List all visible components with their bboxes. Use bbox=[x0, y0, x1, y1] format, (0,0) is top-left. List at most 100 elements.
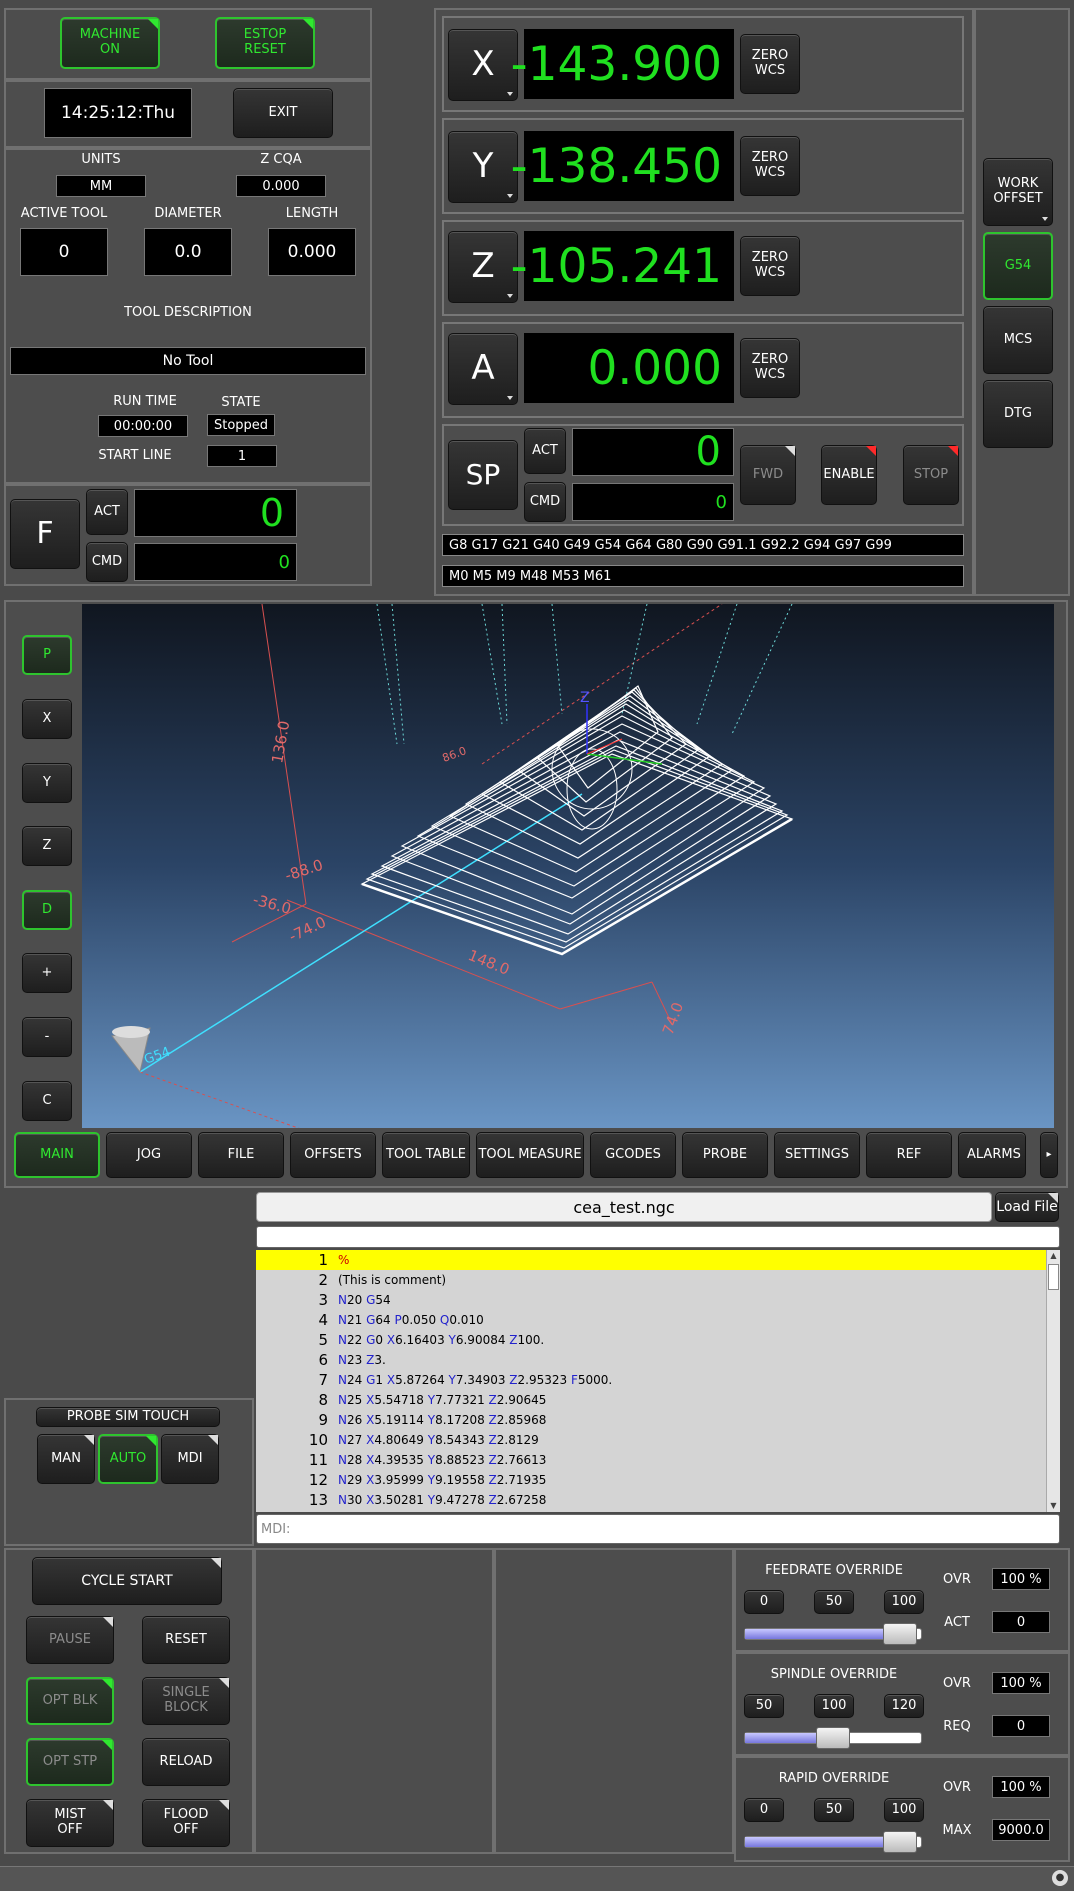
zero-wcs-z-button[interactable]: ZERO WCS bbox=[740, 236, 800, 296]
machine-on-button[interactable]: MACHINE ON bbox=[60, 17, 160, 69]
view-p-button[interactable]: P bbox=[22, 635, 72, 675]
override-preset-button[interactable]: 50 bbox=[814, 1798, 854, 1822]
code-scrollbar[interactable]: ▲ ▼ bbox=[1046, 1250, 1060, 1512]
opt-blk-button[interactable]: OPT BLK bbox=[26, 1677, 114, 1725]
axis-x-button[interactable]: X bbox=[448, 29, 518, 101]
spindle-enable-button[interactable]: ENABLE bbox=[821, 445, 877, 505]
tab-tool-table[interactable]: TOOL TABLE bbox=[382, 1132, 470, 1178]
override-preset-button[interactable]: 100 bbox=[884, 1798, 924, 1822]
single-block-button[interactable]: SINGLE BLOCK bbox=[142, 1677, 230, 1725]
axis-a-button[interactable]: A bbox=[448, 333, 518, 405]
tab-jog[interactable]: JOG bbox=[106, 1132, 192, 1178]
g54-button[interactable]: G54 bbox=[983, 232, 1053, 300]
mode-auto-button[interactable]: AUTO bbox=[98, 1434, 158, 1484]
cycle-start-button[interactable]: CYCLE START bbox=[32, 1557, 222, 1605]
code-line[interactable]: 13 N30 X3.50281 Y9.47278 Z2.67258 bbox=[256, 1490, 1046, 1510]
override-slider[interactable] bbox=[744, 1831, 922, 1853]
slider-knob[interactable] bbox=[882, 1623, 917, 1645]
pause-button[interactable]: PAUSE bbox=[26, 1616, 114, 1664]
scroll-thumb[interactable] bbox=[1048, 1264, 1059, 1290]
tab-probe[interactable]: PROBE bbox=[682, 1132, 768, 1178]
tab-alarms[interactable]: ALARMS bbox=[958, 1132, 1026, 1178]
estop-reset-button[interactable]: ESTOP RESET bbox=[215, 17, 315, 69]
slider-knob[interactable] bbox=[882, 1831, 917, 1853]
override-preset-button[interactable]: 0 bbox=[744, 1590, 784, 1614]
code-line[interactable]: 9 N26 X5.19114 Y8.17208 Z2.85968 bbox=[256, 1410, 1046, 1430]
override-preset-button[interactable]: 120 bbox=[884, 1694, 924, 1718]
override-preset-button[interactable]: 50 bbox=[814, 1590, 854, 1614]
tab-gcodes[interactable]: GCODES bbox=[590, 1132, 676, 1178]
probe-sim-touch-button[interactable]: PROBE SIM TOUCH bbox=[36, 1407, 220, 1427]
spindle-fwd-button[interactable]: FWD bbox=[740, 445, 796, 505]
spindle-button[interactable]: SP bbox=[448, 440, 518, 510]
mist-button[interactable]: MIST OFF bbox=[26, 1799, 114, 1847]
flood-button[interactable]: FLOOD OFF bbox=[142, 1799, 230, 1847]
override-preset-button[interactable]: 100 bbox=[814, 1694, 854, 1718]
zoom-out-button[interactable]: - bbox=[22, 1017, 72, 1057]
work-offset-button[interactable]: WORK OFFSET bbox=[983, 158, 1053, 226]
tab-settings[interactable]: SETTINGS bbox=[774, 1132, 860, 1178]
toolpath-preview[interactable]: 136.0 -88.0 -36.0 -74.0 148.0 74.0 86.0 … bbox=[82, 604, 1054, 1128]
reset-button[interactable]: RESET bbox=[142, 1616, 230, 1664]
mdi-input[interactable]: MDI: bbox=[256, 1514, 1060, 1544]
mode-mdi-button[interactable]: MDI bbox=[161, 1434, 219, 1484]
code-line[interactable]: 11 N28 X4.39535 Y8.88523 Z2.76613 bbox=[256, 1450, 1046, 1470]
clear-button[interactable]: C bbox=[22, 1081, 72, 1121]
code-line[interactable]: 4 N21 G64 P0.050 Q0.010 bbox=[256, 1310, 1046, 1330]
spindle-cmd-button[interactable]: CMD bbox=[524, 482, 566, 522]
view-y-button[interactable]: Y bbox=[22, 763, 72, 803]
tab-offsets[interactable]: OFFSETS bbox=[290, 1132, 376, 1178]
dtg-button[interactable]: DTG bbox=[983, 380, 1053, 448]
axis-y-button[interactable]: Y bbox=[448, 131, 518, 203]
zero-wcs-y-button[interactable]: ZERO WCS bbox=[740, 136, 800, 196]
mode-man-button[interactable]: MAN bbox=[37, 1434, 95, 1484]
code-line-text: % bbox=[338, 1253, 350, 1267]
override-slider[interactable] bbox=[744, 1623, 922, 1645]
feed-act-button[interactable]: ACT bbox=[86, 489, 128, 535]
scroll-up-icon[interactable]: ▲ bbox=[1047, 1250, 1060, 1262]
code-line[interactable]: 10 N27 X4.80649 Y8.54343 Z2.8129 bbox=[256, 1430, 1046, 1450]
view-x-button[interactable]: X bbox=[22, 699, 72, 739]
code-line[interactable]: 2 (This is comment) bbox=[256, 1270, 1046, 1290]
opt-stp-button[interactable]: OPT STP bbox=[26, 1738, 114, 1786]
exit-button[interactable]: EXIT bbox=[233, 88, 333, 138]
feed-button[interactable]: F bbox=[10, 499, 80, 569]
code-line[interactable]: 6 N23 Z3. bbox=[256, 1350, 1046, 1370]
view-d-button[interactable]: D bbox=[22, 890, 72, 930]
zero-wcs-x-button[interactable]: ZERO WCS bbox=[740, 34, 800, 94]
status-bar bbox=[0, 1866, 1074, 1891]
code-line-text: N21 G64 P0.050 Q0.010 bbox=[338, 1313, 484, 1327]
code-line[interactable]: 7 N24 G1 X5.87264 Y7.34903 Z2.95323 F5000… bbox=[256, 1370, 1046, 1390]
tool-description-label: TOOL DESCRIPTION bbox=[124, 305, 252, 320]
code-line[interactable]: 3 N20 G54 bbox=[256, 1290, 1046, 1310]
load-file-button[interactable]: Load File bbox=[995, 1192, 1059, 1222]
slider-knob[interactable] bbox=[816, 1727, 850, 1749]
spindle-act-button[interactable]: ACT bbox=[524, 428, 566, 474]
search-field[interactable] bbox=[256, 1226, 1060, 1248]
spindle-stop-button[interactable]: STOP bbox=[903, 445, 959, 505]
feed-cmd-button[interactable]: CMD bbox=[86, 542, 128, 582]
tab-scroll-right-icon[interactable]: ▸ bbox=[1040, 1132, 1058, 1178]
start-line-value[interactable]: 1 bbox=[207, 445, 277, 467]
code-line[interactable]: 8 N25 X5.54718 Y7.77321 Z2.90645 bbox=[256, 1390, 1046, 1410]
override-slider[interactable] bbox=[744, 1727, 922, 1749]
tool-description-value: No Tool bbox=[10, 347, 366, 375]
tab-file[interactable]: FILE bbox=[198, 1132, 284, 1178]
zoom-in-button[interactable]: + bbox=[22, 953, 72, 993]
override-preset-button[interactable]: 100 bbox=[884, 1590, 924, 1614]
tab-tool-measure[interactable]: TOOL MEASURE bbox=[476, 1132, 584, 1178]
zero-wcs-a-button[interactable]: ZERO WCS bbox=[740, 338, 800, 398]
override-preset-button[interactable]: 0 bbox=[744, 1798, 784, 1822]
code-line[interactable]: 1% bbox=[256, 1250, 1046, 1270]
tab-main[interactable]: MAIN bbox=[14, 1132, 100, 1178]
override-preset-button[interactable]: 50 bbox=[744, 1694, 784, 1718]
mcs-button[interactable]: MCS bbox=[983, 306, 1053, 374]
code-line[interactable]: 5 N22 G0 X6.16403 Y6.90084 Z100. bbox=[256, 1330, 1046, 1350]
axis-z-button[interactable]: Z bbox=[448, 231, 518, 303]
view-z-button[interactable]: Z bbox=[22, 826, 72, 866]
reload-button[interactable]: RELOAD bbox=[142, 1738, 230, 1786]
code-line[interactable]: 12 N29 X3.95999 Y9.19558 Z2.71935 bbox=[256, 1470, 1046, 1490]
tab-ref[interactable]: REF bbox=[866, 1132, 952, 1178]
scroll-down-icon[interactable]: ▼ bbox=[1047, 1500, 1060, 1512]
gcode-viewer[interactable]: 1% 2 (This is comment) 3 N20 G54 4 N21 G64 P0.… bbox=[256, 1250, 1046, 1512]
